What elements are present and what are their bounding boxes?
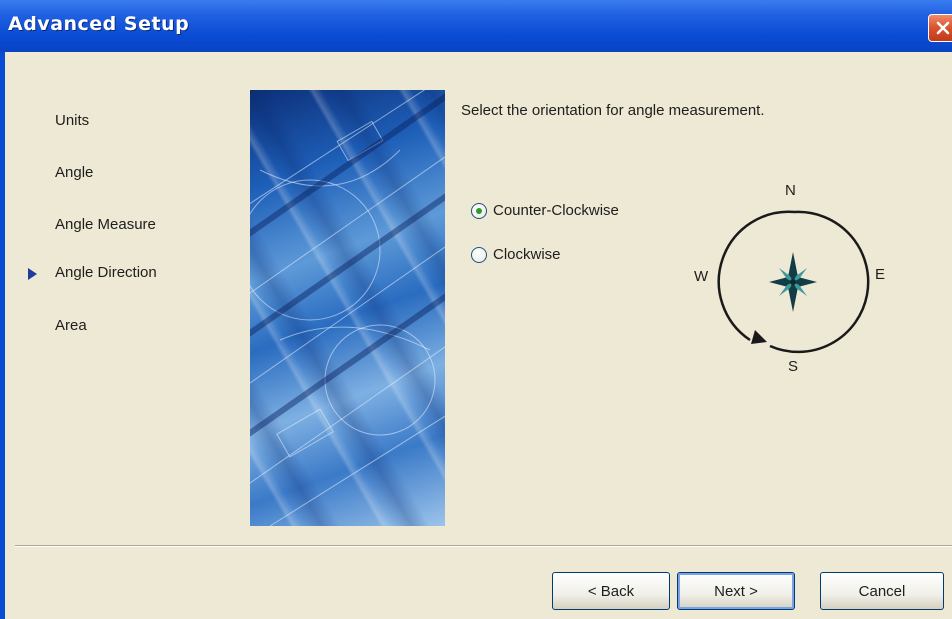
cancel-button[interactable]: Cancel [820,572,944,610]
step-angle-direction: Angle Direction [55,264,157,281]
window-title: Advanced Setup [8,13,190,35]
wizard-body: Units Angle Angle Measure Angle Directio… [5,52,952,619]
option-label: Counter-Clockwise [493,202,619,219]
step-angle: Angle [55,164,94,181]
close-button[interactable] [928,14,952,42]
option-label: Clockwise [493,246,561,263]
current-step-arrow-icon [28,268,37,280]
radio-clockwise[interactable] [471,246,487,263]
step-area: Area [55,317,87,334]
next-button[interactable]: Next > [677,572,795,610]
compass-rose-icon [717,210,870,354]
wizard-banner-image [250,90,445,526]
step-units: Units [55,112,90,129]
title-bar[interactable]: Advanced Setup [0,0,952,52]
footer-divider [15,545,952,547]
close-icon [936,21,950,35]
radio-counter-clockwise[interactable] [471,202,487,219]
step-angle-measure: Angle Measure [55,216,156,233]
back-button[interactable]: < Back [552,572,670,610]
option-clockwise[interactable]: Clockwise [471,246,561,263]
option-counter-clockwise[interactable]: Counter-Clockwise [471,202,619,219]
prompt-text: Select the orientation for angle measure… [461,102,765,119]
